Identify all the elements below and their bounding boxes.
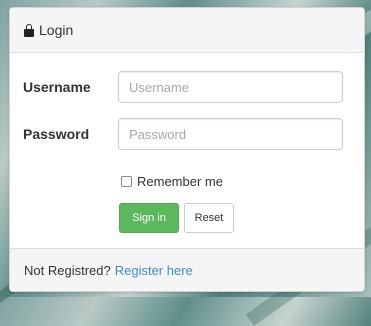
login-panel: Login Username Password Remember me Sign… [9, 7, 365, 292]
username-input[interactable] [118, 71, 343, 103]
sign-in-button[interactable]: Sign in [119, 203, 179, 233]
remember-checkbox[interactable] [121, 176, 132, 187]
remember-me[interactable]: Remember me [121, 174, 223, 189]
panel-title: Login [39, 22, 74, 38]
password-label: Password [23, 126, 90, 142]
panel-heading: Login [10, 8, 364, 53]
footer-text: Not Registred? [24, 262, 111, 278]
username-row: Username [10, 71, 364, 103]
reset-button[interactable]: Reset [184, 203, 234, 233]
password-row: Password [10, 118, 364, 150]
remember-label: Remember me [137, 174, 223, 189]
username-label: Username [23, 79, 91, 95]
lock-icon [24, 23, 34, 37]
register-link[interactable]: Register here [115, 263, 193, 278]
password-input[interactable] [118, 118, 343, 150]
panel-footer: Not Registred? Register here [10, 248, 364, 291]
form-buttons: Sign in Reset [119, 203, 234, 233]
login-form: Username Password Remember me Sign in Re… [10, 53, 364, 249]
